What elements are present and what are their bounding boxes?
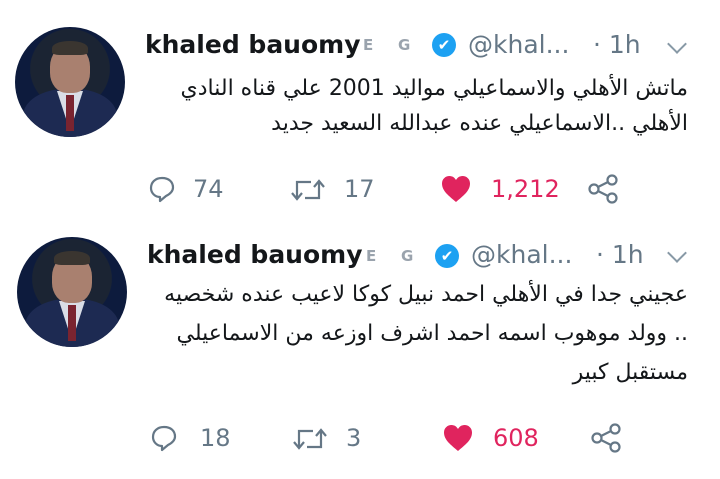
like-count: 608	[493, 424, 539, 452]
heart-icon	[444, 425, 472, 451]
verified-icon: ✔	[432, 33, 456, 57]
reply-count: 18	[200, 424, 231, 452]
retweet-count: 3	[346, 424, 362, 452]
tweet[interactable]: khaled bauomy E G ✔ @khal... · 1h ماتش ا…	[0, 0, 720, 234]
badge-g: G	[398, 36, 411, 54]
share-icon	[588, 174, 618, 204]
verified-icon: ✔	[435, 244, 459, 268]
author-handle[interactable]: @khal...	[468, 30, 569, 59]
timestamp[interactable]: · 1h	[596, 240, 644, 269]
tweet-text-line: مستقبل كبير	[572, 360, 688, 385]
reply-icon	[149, 176, 175, 203]
retweet-icon	[293, 428, 327, 450]
badge-e: E	[366, 247, 377, 265]
tweet-text-line: .. وولد موهوب اسمه احمد اشرف اوزعه من ال…	[176, 321, 689, 346]
tweet-text-line: عجيني جدا في الأهلي احمد نبيل كوكا لاعيب…	[164, 282, 688, 307]
avatar[interactable]	[17, 237, 127, 347]
tweet[interactable]: khaled bauomy E G ✔ @khal... · 1h عجيني …	[0, 234, 720, 479]
retweet-count: 17	[344, 175, 375, 203]
author-handle[interactable]: @khal...	[471, 240, 572, 269]
timestamp[interactable]: · 1h	[593, 30, 641, 59]
heart-icon	[442, 176, 470, 202]
chevron-down-icon[interactable]	[667, 243, 687, 263]
author-name[interactable]: khaled bauomy	[147, 240, 363, 269]
tweet-text-line: الأهلي ..الاسماعيلي عنده عبدالله السعيد …	[271, 111, 688, 136]
tweet-text: ماتش الأهلي والاسماعيلي مواليد 2001 علي …	[128, 72, 688, 152]
avatar[interactable]	[15, 27, 125, 137]
chevron-down-icon[interactable]	[667, 34, 687, 54]
author-name[interactable]: khaled bauomy	[145, 30, 361, 59]
badge-e: E	[363, 36, 374, 54]
reply-icon	[151, 425, 177, 452]
tweet-text-line: ماتش الأهلي والاسماعيلي مواليد 2001 علي …	[180, 76, 688, 101]
retweet-icon	[291, 179, 325, 201]
like-count: 1,212	[491, 175, 560, 203]
share-icon	[591, 423, 621, 453]
reply-count: 74	[193, 175, 224, 203]
tweet-text: عجيني جدا في الأهلي احمد نبيل كوكا لاعيب…	[128, 284, 688, 394]
badge-g: G	[401, 247, 414, 265]
